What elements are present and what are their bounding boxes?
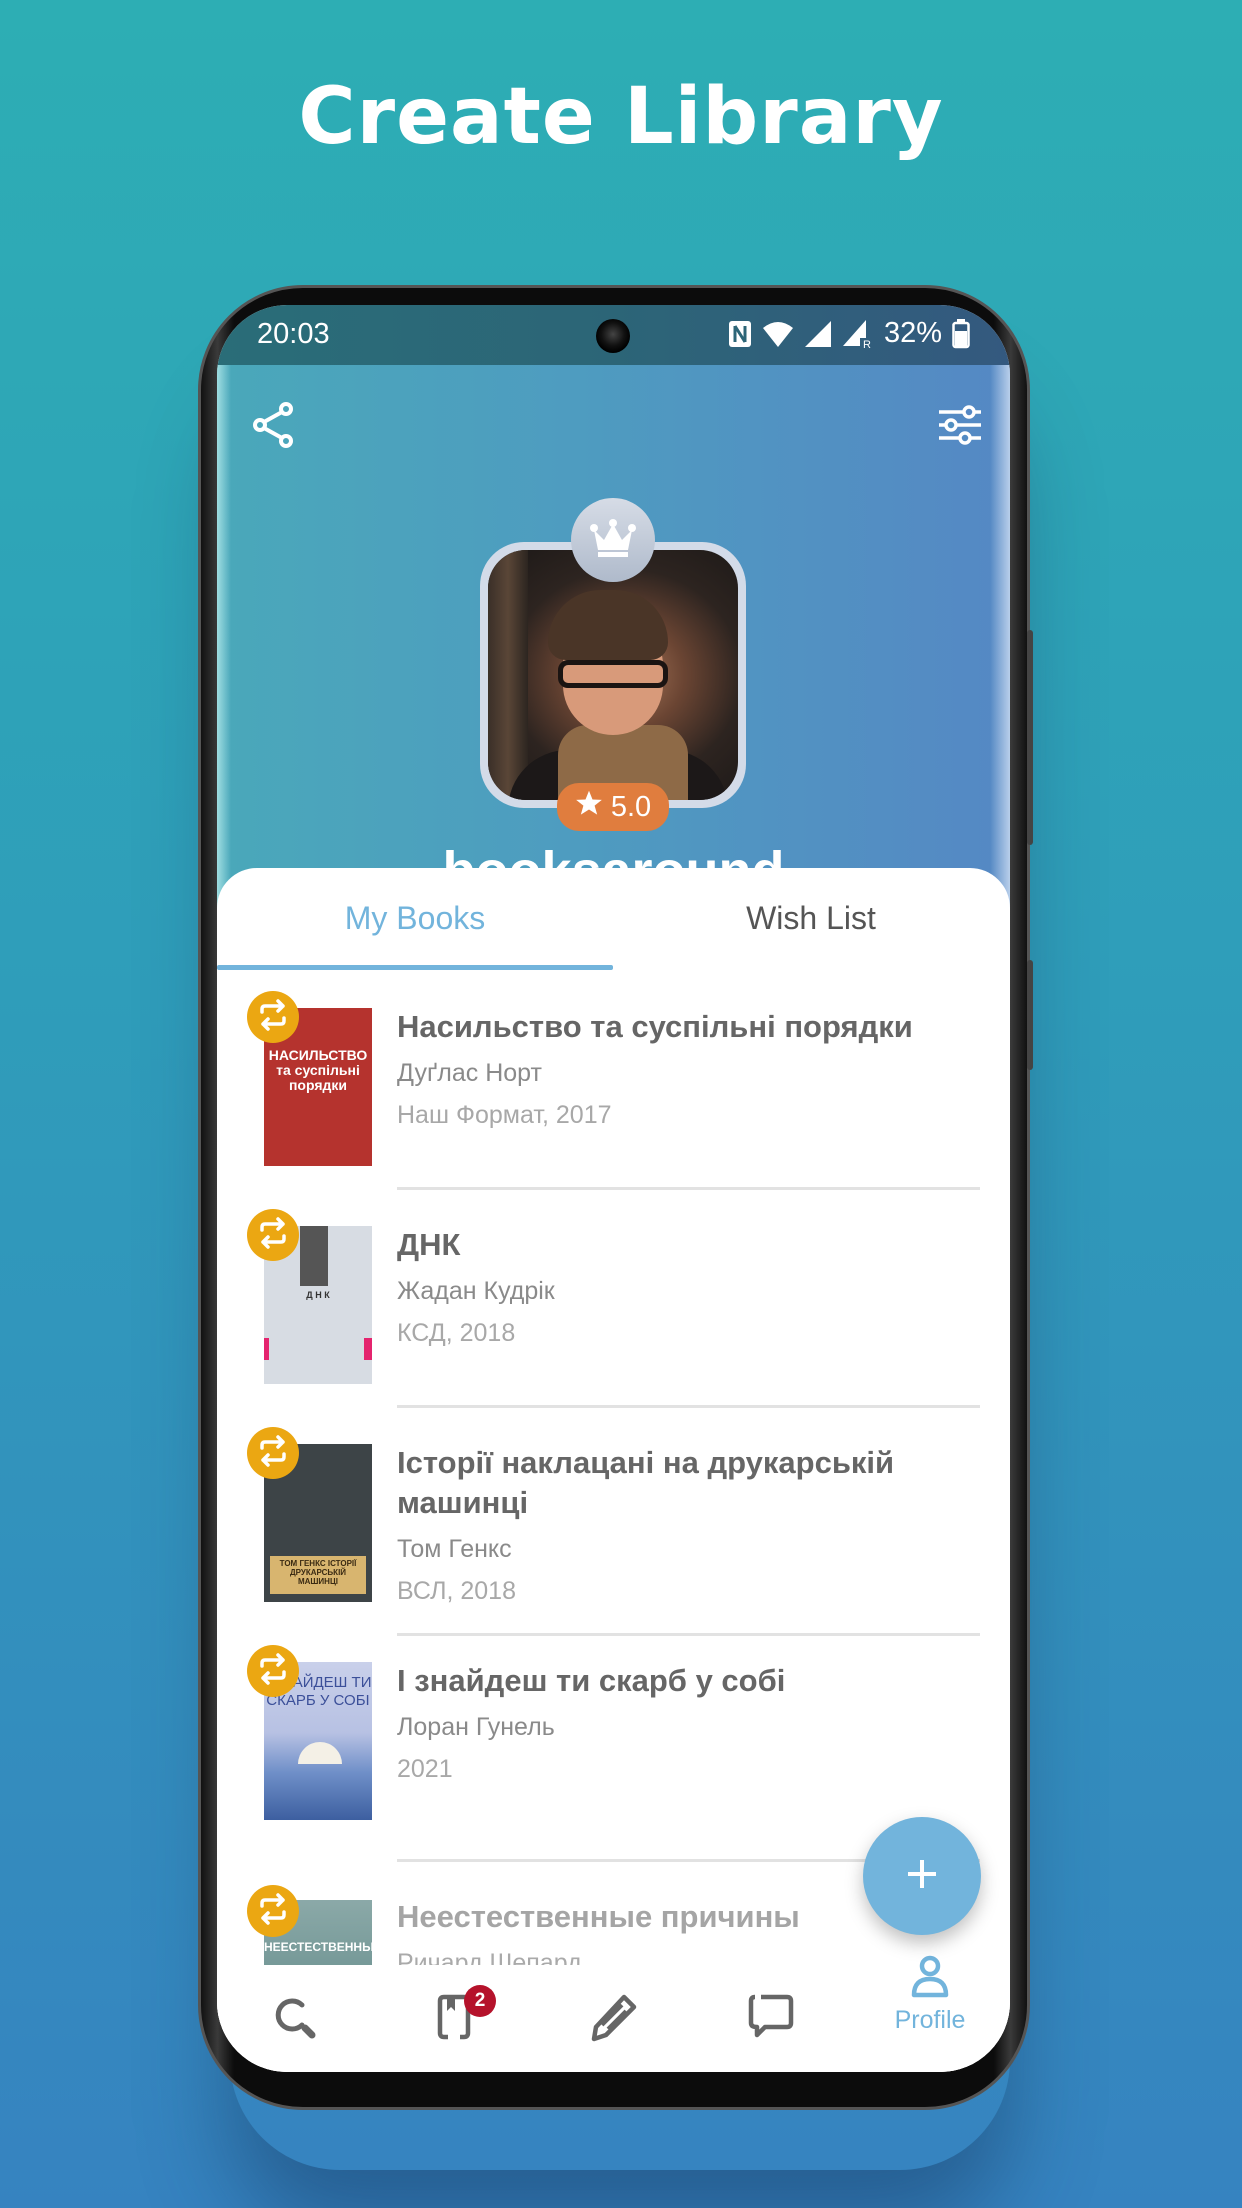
swap-badge [247,991,299,1043]
phone-screen: 20:03 R 32% 5.0 My Books Wish List НАСИЛ… [217,305,1010,2072]
swap-badge [247,1885,299,1937]
crown-icon [590,518,636,563]
volume-button [1027,630,1033,845]
swap-icon [256,1652,290,1691]
book-list-item[interactable]: ТОМ ГЕНКС ІСТОРІЇ ДРУКАРСЬКІЙ МАШИНЦІ Іс… [217,1419,1010,1637]
status-time: 20:03 [257,318,330,350]
star-icon [575,789,603,825]
book-author: Жадан Кудрік [397,1277,555,1305]
book-title: ДНК [397,1227,461,1262]
swap-icon [256,1434,290,1473]
book-publisher: 2021 [397,1755,453,1783]
avatar [488,550,738,800]
status-bar: 20:03 R 32% [217,305,1010,365]
filter-button[interactable] [930,397,990,457]
sliders-icon [937,404,983,450]
tab-my-books[interactable]: My Books [217,868,613,968]
power-button [1027,960,1033,1070]
battery-icon [952,318,970,349]
nav-books[interactable]: 2 [375,1965,533,2072]
profile-icon [908,1955,952,2004]
book-author: Том Генкс [397,1535,512,1563]
divider [397,1633,980,1636]
book-author: Лоран Гунель [397,1713,555,1741]
book-title: Історії наклацані на друкарській машинці [397,1445,895,1520]
swap-icon [256,1216,290,1255]
search-icon [272,1965,320,2046]
swap-icon [256,1892,290,1931]
rating-value: 5.0 [610,790,652,823]
signal-icon [804,320,832,348]
rating-badge: 5.0 [557,783,669,831]
signal-roaming-icon: R [842,319,874,349]
nav-profile[interactable]: Profile [851,1955,1009,2072]
share-icon [251,401,295,454]
book-title: І знайдеш ти скарб у собі [397,1663,786,1698]
nfc-icon [728,320,752,348]
promo-title: Create Library [298,72,944,162]
pencil-icon [588,1965,638,2048]
bottom-nav: 2 Profile [217,1955,1010,2072]
nav-write[interactable] [534,1965,692,2072]
book-title: Насильство та суспільні порядки [397,1009,913,1044]
notification-badge: 2 [464,1985,496,2017]
book-list-item[interactable]: І ЗНАЙДЕШ ТИ СКАРБ У СОБІ І знайдеш ти с… [217,1637,1010,1862]
swap-icon [256,998,290,1037]
add-book-button[interactable] [863,1817,981,1935]
chat-icon [747,1965,795,2046]
nav-search[interactable] [217,1965,375,2072]
book-list-item[interactable]: Д Н К ДНК Жадан Кудрік КСД, 2018 [217,1201,1010,1419]
nav-profile-label: Profile [894,2006,966,2034]
divider [397,1405,980,1408]
status-icons: R 32% [728,317,970,350]
swap-badge [247,1645,299,1697]
divider [397,1187,980,1190]
plus-icon [904,1856,940,1897]
book-list-item[interactable]: НАСИЛЬСТВО та суспільні порядки Насильст… [217,983,1010,1201]
battery-percent: 32% [883,317,942,349]
crown-badge [571,498,655,582]
wifi-icon [762,320,794,348]
tab-indicator [217,965,613,970]
front-camera [596,319,630,353]
tab-bar: My Books Wish List [217,868,1010,970]
swap-badge [247,1209,299,1261]
svg-text:R: R [863,339,871,349]
nav-messages[interactable] [692,1965,850,2072]
share-button[interactable] [243,397,303,457]
tab-wish-list[interactable]: Wish List [613,868,1009,968]
book-author: Дуґлас Норт [397,1059,542,1087]
profile-header: 5.0 booksaround [217,365,1010,925]
swap-badge [247,1427,299,1479]
book-publisher: Наш Формат, 2017 [397,1101,612,1129]
book-publisher: КСД, 2018 [397,1319,516,1347]
book-publisher: ВСЛ, 2018 [397,1577,516,1605]
